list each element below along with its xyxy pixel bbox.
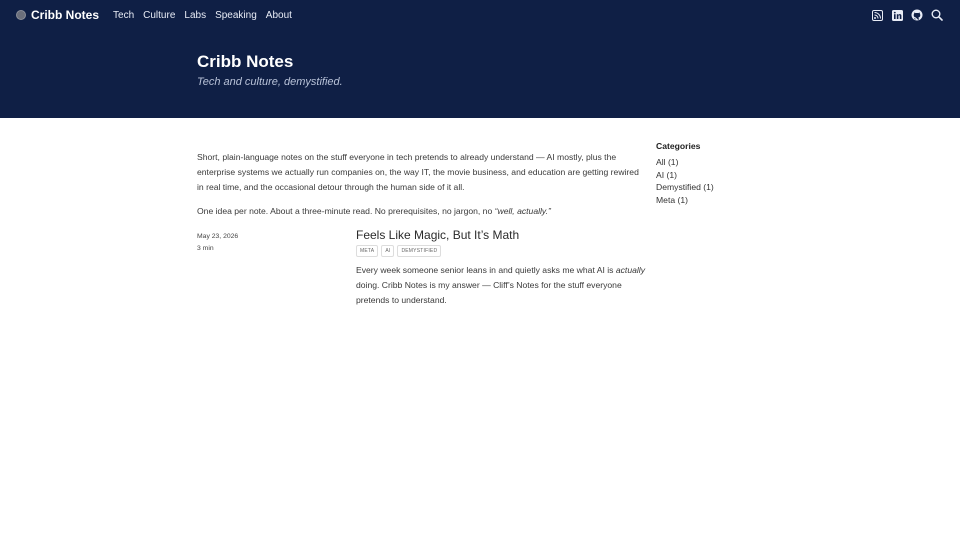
post-description: Every week someone senior leans in and q… xyxy=(356,263,646,308)
tag-ai[interactable]: AI xyxy=(381,245,395,257)
post-read-time: 3 min xyxy=(197,245,214,252)
linkedin-icon[interactable] xyxy=(890,8,904,22)
hero-banner: Cribb Notes Tech and culture, demystifie… xyxy=(0,30,960,118)
top-nav: Cribb Notes Tech Culture Labs Speaking A… xyxy=(0,0,960,30)
category-all[interactable]: All (1) xyxy=(656,156,816,169)
github-icon[interactable] xyxy=(910,8,924,22)
intro-section: Short, plain-language notes on the stuff… xyxy=(197,150,645,228)
rss-icon[interactable] xyxy=(870,8,884,22)
intro-tagline-text: One idea per note. About a three-minute … xyxy=(197,206,495,216)
nav-link-about[interactable]: About xyxy=(266,10,292,21)
category-ai[interactable]: AI (1) xyxy=(656,169,816,182)
nav-link-speaking[interactable]: Speaking xyxy=(215,10,257,21)
post-card: Feels Like Magic, But It’s Math META AI … xyxy=(356,228,646,308)
post-title-link[interactable]: Feels Like Magic, But It’s Math xyxy=(356,228,646,242)
post-description-end: doing. Cribb Notes is my answer — Cliff’… xyxy=(356,280,622,305)
post-description-start: Every week someone senior leans in and q… xyxy=(356,265,616,275)
intro-tagline-quote: “well, actually.” xyxy=(494,206,551,216)
tag-demystified[interactable]: DEMYSTIFIED xyxy=(397,245,442,257)
nav-links: Tech Culture Labs Speaking About xyxy=(113,10,301,21)
intro-paragraph: Short, plain-language notes on the stuff… xyxy=(197,152,639,192)
site-title: Cribb Notes xyxy=(197,52,294,71)
post-meta: May 23, 2026 3 min xyxy=(197,231,238,255)
nav-link-labs[interactable]: Labs xyxy=(184,10,206,21)
brand-name: Cribb Notes xyxy=(31,8,100,22)
search-icon[interactable] xyxy=(930,8,944,22)
tag-meta[interactable]: META xyxy=(356,245,379,257)
site-subtitle: Tech and culture, demystified. xyxy=(197,76,343,88)
post-description-emphasis: actually xyxy=(615,265,645,275)
post-tags: META AI DEMYSTIFIED xyxy=(356,245,646,257)
logo-icon xyxy=(16,10,26,20)
category-demystified[interactable]: Demystified (1) xyxy=(656,181,816,194)
nav-icon-group xyxy=(864,0,944,30)
intro-tagline: One idea per note. About a three-minute … xyxy=(197,204,645,219)
brand-link[interactable]: Cribb Notes xyxy=(16,8,99,22)
nav-link-culture[interactable]: Culture xyxy=(143,10,175,21)
categories-sidebar: Categories All (1) AI (1) Demystified (1… xyxy=(656,141,816,207)
category-meta[interactable]: Meta (1) xyxy=(656,194,816,207)
categories-heading: Categories xyxy=(656,141,701,151)
nav-link-tech[interactable]: Tech xyxy=(113,10,134,21)
post-date: May 23, 2026 xyxy=(197,233,239,240)
